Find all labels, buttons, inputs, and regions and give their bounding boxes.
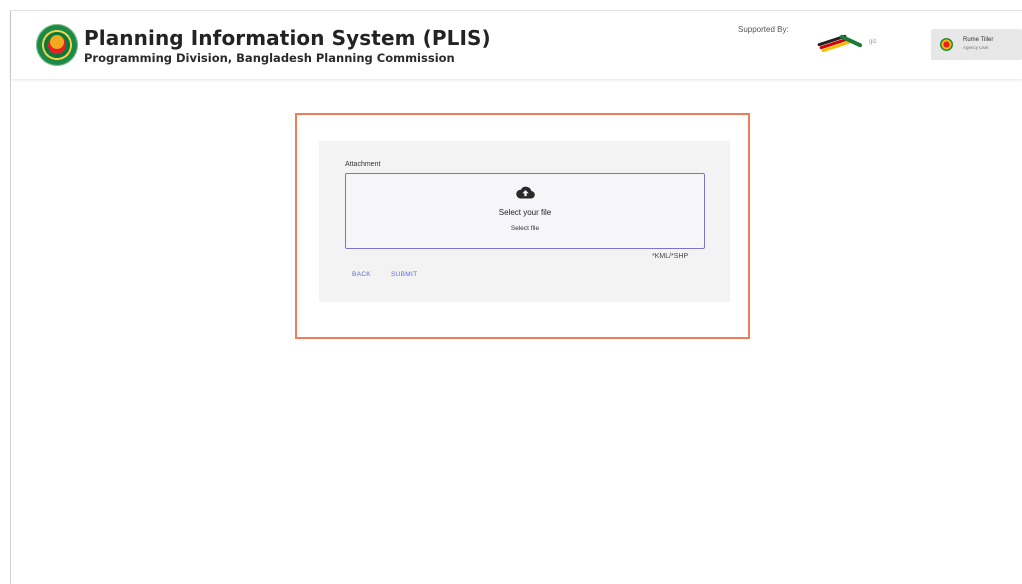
app-window: Planning Information System (PLIS) Progr… [10, 10, 1022, 584]
supported-by-label: Supported By: [738, 25, 789, 34]
user-menu[interactable]: Rume Tiller Agency User [931, 29, 1022, 60]
user-avatar-icon [940, 38, 953, 51]
cloud-upload-icon [516, 186, 535, 199]
select-file-link[interactable]: Select file [346, 225, 704, 232]
submit-button[interactable]: SUBMIT [391, 271, 417, 278]
accepted-formats-note: *KML/*SHP [652, 253, 689, 260]
upload-form: Attachment Select your file Select file … [319, 141, 730, 302]
app-title: Planning Information System (PLIS) [84, 26, 491, 50]
upload-card: Attachment Select your file Select file … [295, 113, 750, 339]
user-name: Rume Tiller [963, 37, 994, 43]
attachment-label: Attachment [345, 161, 381, 168]
user-role: Agency User [963, 45, 989, 50]
file-dropzone[interactable]: Select your file Select file [345, 173, 705, 249]
government-logo-icon [36, 24, 78, 66]
top-header: Planning Information System (PLIS) Progr… [11, 11, 1022, 79]
dropzone-title: Select your file [498, 208, 552, 217]
app-subtitle: Programming Division, Bangladesh Plannin… [84, 51, 455, 65]
back-button[interactable]: BACK [352, 271, 371, 278]
giz-logo-icon: giz [869, 39, 877, 45]
german-cooperation-logo-icon [817, 29, 865, 57]
